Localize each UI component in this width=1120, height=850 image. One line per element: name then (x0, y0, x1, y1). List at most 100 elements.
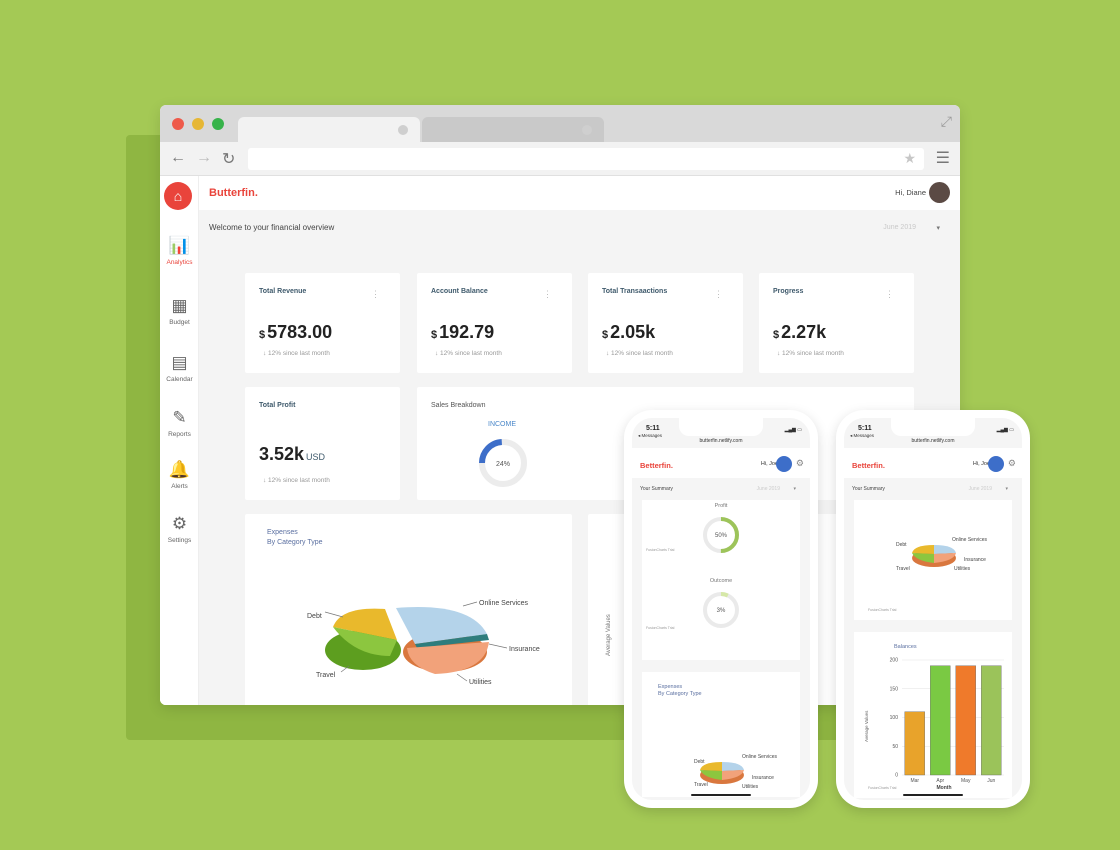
address-bar[interactable]: ★ (248, 148, 924, 170)
minimize-window-button[interactable] (192, 118, 204, 130)
maximize-window-button[interactable] (212, 118, 224, 130)
pie-label: Utilities (954, 566, 971, 572)
card-delta: ↓ 12% since last month (606, 350, 673, 357)
mobile-header: Betterfin. Hi, Joe ⚙ (632, 448, 810, 478)
sidebar-item-calendar[interactable]: ▤ Calendar (160, 353, 199, 383)
balances-card: Balances Average Values Month 0 50 100 150 2… (854, 632, 1012, 798)
chevron-down-icon[interactable]: ▾ (1005, 486, 1008, 492)
sidebar-item-reports[interactable]: ✎ Reports (160, 408, 199, 438)
app-header: Butterfin. Hi, Diane (199, 176, 960, 210)
bar-may[interactable] (955, 665, 976, 776)
card-title: Total Transaactions (602, 288, 668, 295)
profit-amount: 3.52k (259, 444, 305, 464)
profit-donut: 50% (703, 517, 739, 553)
avatar[interactable] (929, 182, 950, 203)
home-indicator[interactable] (903, 794, 963, 796)
sidebar-item-analytics[interactable]: 📊 Analytics (160, 236, 199, 266)
period-select[interactable]: June 2019 (883, 224, 916, 231)
trial-watermark: FusionCharts Trial (868, 608, 897, 612)
card-delta: ↓ 12% since last month (777, 350, 844, 357)
brand-logo[interactable]: Betterfin. (852, 461, 885, 470)
calculator-icon: ▦ (171, 296, 188, 315)
forward-arrow-icon[interactable]: → (196, 149, 212, 167)
reports-icon: ✎ (172, 408, 187, 427)
sidebar-item-budget[interactable]: ▦ Budget (160, 296, 199, 326)
currency-symbol: $ (259, 329, 266, 341)
phone-1: 5:11 ◂ Messages ▂▄▆ ▭ butterfin.netlify.… (624, 410, 818, 808)
pie-label: Travel (316, 672, 336, 679)
avatar[interactable] (988, 456, 1004, 472)
chevron-down-icon[interactable]: ▾ (793, 486, 796, 492)
more-icon[interactable]: ⋮ (714, 289, 723, 300)
more-icon[interactable]: ⋮ (885, 289, 894, 300)
currency-symbol: $ (602, 329, 609, 341)
browser-tab-active[interactable] (238, 117, 420, 143)
calendar-icon: ▤ (171, 353, 188, 372)
browser-menu-icon[interactable]: ☰ (936, 148, 950, 168)
phone-2-screen: 5:11 ◂ Messages ▂▄▆ ▭ butterfin.netlify.… (844, 418, 1022, 800)
mobile-expenses-pie: Debt Online Services Insurance Travel Ut… (896, 537, 988, 572)
card-title: Sales Breakdown (431, 402, 486, 409)
total-profit-card: Total Profit 3.52k USD ↓ 12% since last m… (245, 387, 400, 500)
card-value: $2.05k (602, 322, 655, 343)
trial-watermark: FusionCharts Trial (646, 626, 675, 630)
browser-tab[interactable] (422, 117, 604, 143)
outcome-donut: 3% (703, 592, 739, 628)
mobile-header: Betterfin. Hi, Joe ⚙ (844, 448, 1022, 478)
sidebar-item-alerts[interactable]: 🔔 Alerts (160, 460, 199, 490)
back-arrow-icon[interactable]: ← (170, 149, 186, 167)
pie-label: Debt (896, 542, 907, 548)
phone-notch (891, 418, 975, 436)
home-icon[interactable]: ⌂ (164, 182, 192, 210)
trial-watermark: FusionCharts Trial (646, 548, 675, 552)
more-icon[interactable]: ⋮ (543, 289, 552, 300)
y-tick-label: 150 (890, 686, 899, 692)
mobile-url[interactable]: butterfin.netlify.com (632, 438, 810, 444)
x-tick-label: May (961, 778, 971, 784)
mobile-expenses-card: Expenses By Category Type Debt Online Ser… (642, 672, 800, 797)
card-amount: 2.05k (610, 322, 656, 342)
axis-label: Average Values (606, 614, 612, 656)
pie-label: Utilities (742, 784, 759, 790)
pie-label: Debt (694, 759, 705, 765)
home-indicator[interactable] (691, 794, 751, 796)
y-tick-label: 50 (892, 744, 898, 750)
x-tick-label: Apr (936, 778, 944, 784)
y-tick-label: 200 (890, 658, 899, 664)
bookmark-star-icon[interactable]: ★ (903, 150, 916, 167)
gear-icon[interactable]: ⚙ (1008, 458, 1016, 469)
bar-jun[interactable] (981, 665, 1002, 776)
income-donut: 24% (479, 439, 527, 487)
page-title: Welcome to your financial overview (209, 223, 335, 232)
chevron-down-icon[interactable]: ▾ (936, 224, 940, 232)
sidebar-item-label: Calendar (166, 376, 193, 383)
brand-logo[interactable]: Butterfin. (209, 187, 258, 199)
sidebar-item-settings[interactable]: ⚙ Settings (160, 514, 199, 544)
close-window-button[interactable] (172, 118, 184, 130)
gear-icon: ⚙ (171, 514, 188, 533)
fullscreen-icon[interactable]: ⤢ (941, 113, 952, 130)
period-select[interactable]: June 2019 (757, 486, 780, 492)
currency-symbol: $ (431, 329, 438, 341)
mobile-url[interactable]: butterfin.netlify.com (844, 438, 1022, 444)
reload-icon[interactable]: ↻ (222, 149, 235, 169)
card-value: $2.27k (773, 322, 826, 343)
analytics-icon: 📊 (168, 236, 191, 255)
gear-icon[interactable]: ⚙ (796, 458, 804, 469)
period-select[interactable]: June 2019 (969, 486, 992, 492)
pie-label: Travel (896, 566, 910, 572)
brand-logo[interactable]: Betterfin. (640, 461, 673, 470)
user-greeting: Hi, Diane (895, 188, 926, 197)
more-icon[interactable]: ⋮ (371, 289, 380, 300)
summary-label: Your Summary (852, 486, 885, 492)
avatar[interactable] (776, 456, 792, 472)
chart-title: Balances (894, 644, 917, 650)
card-value: $5783.00 (259, 322, 332, 343)
bar-apr[interactable] (930, 665, 951, 776)
bar-mar[interactable] (904, 711, 925, 776)
expenses-card: Expenses By Category Type Debt Online Ser… (245, 514, 572, 705)
phone-notch (679, 418, 763, 436)
card-amount: 192.79 (439, 322, 495, 342)
tab-close-icon[interactable] (582, 125, 592, 135)
tab-close-icon[interactable] (398, 125, 408, 135)
